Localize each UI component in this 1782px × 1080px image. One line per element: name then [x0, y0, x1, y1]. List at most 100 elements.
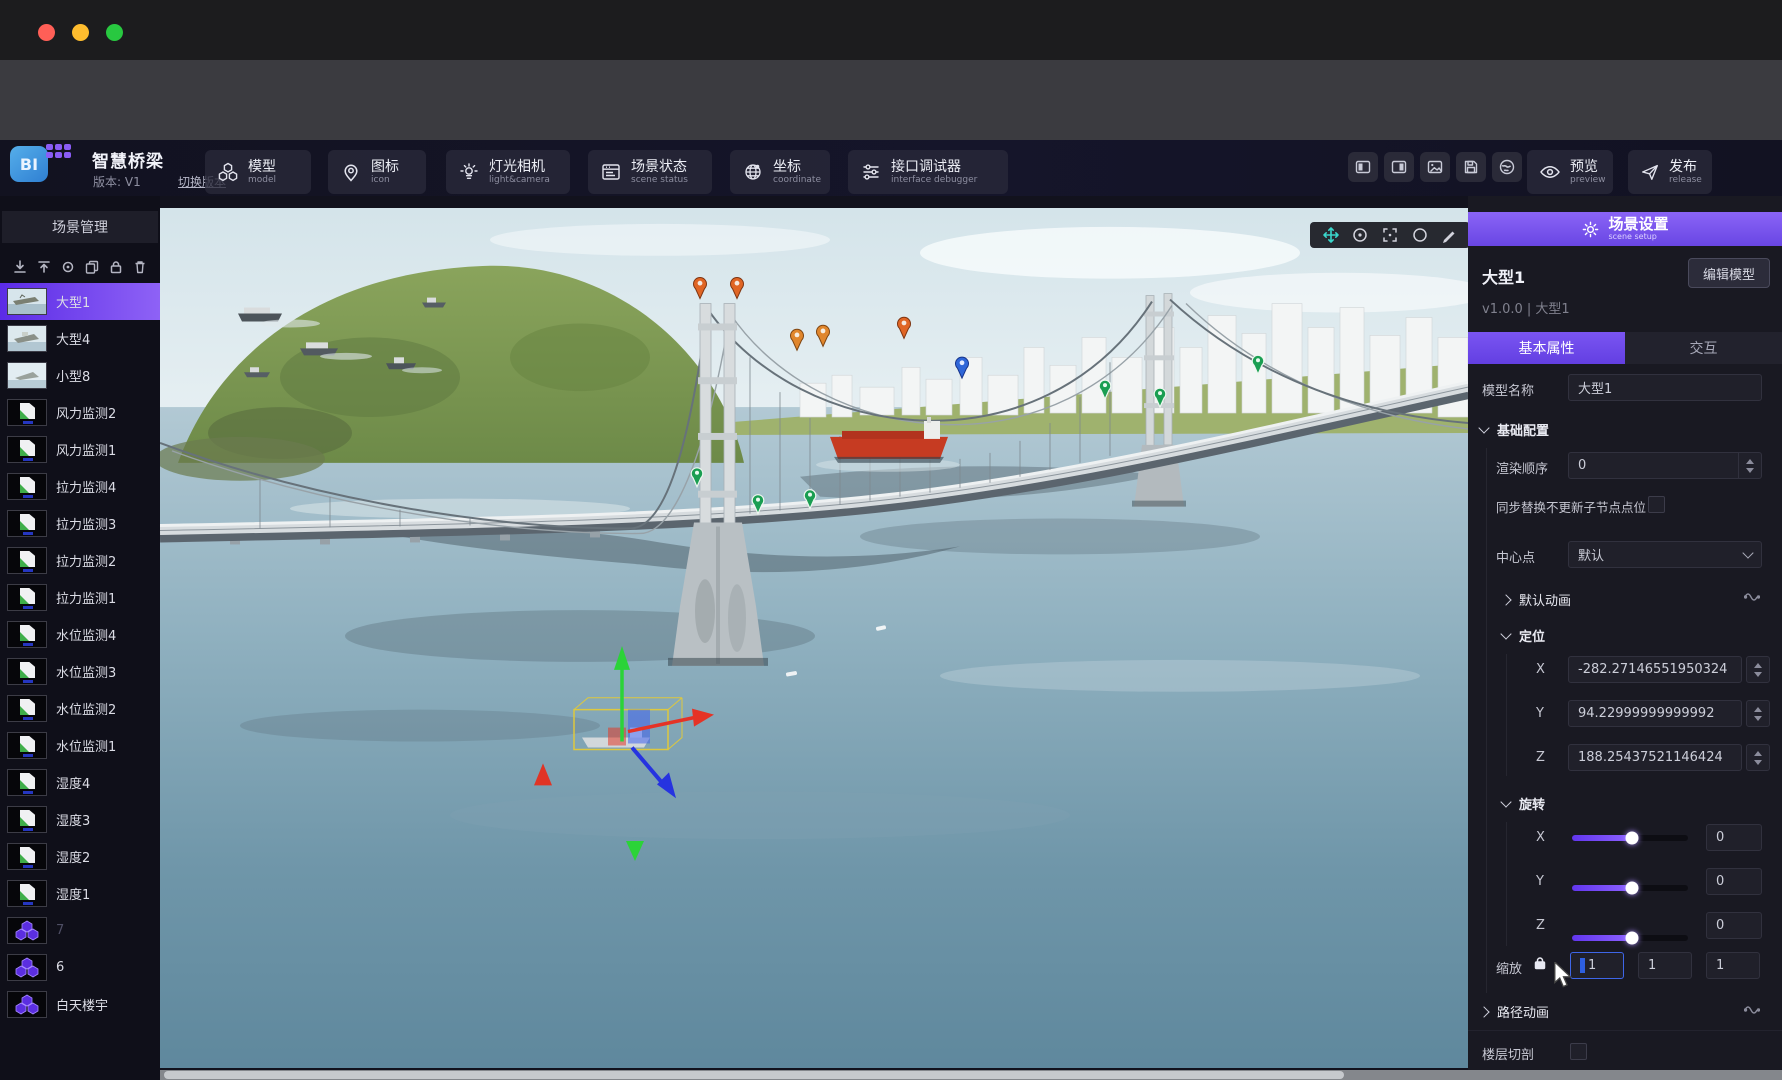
- image-icon: [1426, 158, 1444, 176]
- model-name-input[interactable]: [1568, 374, 1762, 401]
- earth-button[interactable]: [1492, 152, 1522, 182]
- center-point-label: 中心点: [1496, 547, 1535, 566]
- preview-button[interactable]: 预览preview: [1527, 150, 1613, 194]
- render-order-spinner[interactable]: [1738, 452, 1762, 479]
- tool-scene-status-button[interactable]: 场景状态scene status: [588, 150, 712, 194]
- tool-label-en: icon: [371, 175, 399, 186]
- sync-replace-checkbox[interactable]: [1648, 496, 1665, 513]
- selection-circle-tool-icon[interactable]: [1411, 226, 1429, 244]
- group-guide-line: [1486, 448, 1487, 993]
- maximize-traffic-light[interactable]: [106, 24, 123, 41]
- trash-icon[interactable]: [132, 259, 148, 275]
- position-y-spinner[interactable]: [1746, 700, 1770, 727]
- render-order-input[interactable]: 0: [1568, 452, 1738, 479]
- tool-light-camera-button[interactable]: 灯光相机light&camera: [446, 150, 570, 194]
- animation-curve-icon[interactable]: [1744, 590, 1760, 604]
- toggle-right-panel-button[interactable]: [1384, 152, 1414, 182]
- list-item[interactable]: 7: [0, 912, 160, 949]
- item-label: 风力监测1: [56, 440, 116, 459]
- tool-icon-button[interactable]: 图标icon: [328, 150, 426, 194]
- toggle-left-panel-button[interactable]: [1348, 152, 1378, 182]
- list-item[interactable]: 湿度3: [0, 801, 160, 838]
- import-icon[interactable]: [12, 259, 28, 275]
- screenshot-button[interactable]: [1420, 152, 1450, 182]
- locate-icon[interactable]: [60, 259, 76, 275]
- list-item[interactable]: 拉力监测1: [0, 579, 160, 616]
- list-item[interactable]: 湿度2: [0, 838, 160, 875]
- list-item[interactable]: 拉力监测3: [0, 505, 160, 542]
- position-x-spinner[interactable]: [1746, 656, 1770, 683]
- base-config-section-header[interactable]: 基础配置: [1480, 420, 1549, 439]
- rotation-x-value[interactable]: 0: [1706, 824, 1762, 851]
- scale-x-input[interactable]: 1: [1570, 952, 1624, 979]
- list-item[interactable]: 拉力监测4: [0, 468, 160, 505]
- scene-manager-sidebar: 场景管理 大型1 大型4 小型8 风力监测2: [0, 196, 160, 1080]
- export-icon[interactable]: [36, 259, 52, 275]
- item-label: 小型8: [56, 366, 90, 385]
- rotation-z-slider[interactable]: [1572, 935, 1688, 941]
- list-item[interactable]: 水位监测2: [0, 690, 160, 727]
- lock-icon[interactable]: [108, 259, 124, 275]
- horizontal-scrollbar[interactable]: [160, 1070, 1782, 1080]
- rotate-tool-icon[interactable]: [1351, 226, 1369, 244]
- list-item[interactable]: 风力监测2: [0, 394, 160, 431]
- app-title: 智慧桥梁: [92, 147, 164, 172]
- list-item[interactable]: 拉力监测2: [0, 542, 160, 579]
- position-y-input[interactable]: [1568, 700, 1742, 727]
- lock-icon[interactable]: [1532, 955, 1548, 971]
- floor-cut-checkbox[interactable]: [1570, 1043, 1587, 1060]
- list-item[interactable]: 大型1: [0, 283, 160, 320]
- rotation-y-value[interactable]: 0: [1706, 868, 1762, 895]
- floor-cut-label: 楼层切剖: [1482, 1044, 1534, 1063]
- edit-model-button[interactable]: 编辑模型: [1688, 258, 1770, 288]
- position-z-spinner[interactable]: [1746, 744, 1770, 771]
- scale-tool-icon[interactable]: [1381, 226, 1399, 244]
- viewport-3d-scene: [160, 208, 1468, 1068]
- list-item[interactable]: 水位监测1: [0, 727, 160, 764]
- close-traffic-light[interactable]: [38, 24, 55, 41]
- item-thumbnail: [7, 510, 47, 537]
- list-item[interactable]: 湿度1: [0, 875, 160, 912]
- tool-label-zh: 灯光相机: [489, 159, 550, 175]
- release-button[interactable]: 发布release: [1628, 150, 1712, 194]
- app-toolbar: BI 智慧桥梁 版本: V1 切换版本 模型model 图标icon 灯光相机l…: [0, 140, 1782, 196]
- item-label: 大型4: [56, 329, 90, 348]
- tab-interaction[interactable]: 交互: [1625, 332, 1782, 364]
- list-item[interactable]: 大型4: [0, 320, 160, 357]
- list-item[interactable]: 6: [0, 949, 160, 986]
- center-point-select[interactable]: 默认: [1568, 541, 1762, 568]
- default-animation-row[interactable]: 默认动画: [1502, 590, 1571, 609]
- item-label: 白天楼宇: [56, 995, 108, 1014]
- rotation-section-header[interactable]: 旋转: [1502, 794, 1545, 813]
- position-x-input[interactable]: [1568, 656, 1742, 683]
- tab-basic-properties[interactable]: 基本属性: [1468, 332, 1625, 364]
- list-item[interactable]: 湿度4: [0, 764, 160, 801]
- window-panel-icon: [600, 161, 622, 183]
- rotation-y-slider[interactable]: [1572, 885, 1688, 891]
- item-thumbnail: [7, 806, 47, 833]
- scale-z-input[interactable]: 1: [1706, 952, 1760, 979]
- list-item[interactable]: 水位监测3: [0, 653, 160, 690]
- tool-interface-debugger-button[interactable]: 接口调试器interface debugger: [848, 150, 1008, 194]
- scale-y-input[interactable]: 1: [1638, 952, 1692, 979]
- position-section-header[interactable]: 定位: [1502, 626, 1545, 645]
- copy-icon[interactable]: [84, 259, 100, 275]
- path-animation-row[interactable]: 路径动画: [1480, 1002, 1549, 1021]
- tool-model-button[interactable]: 模型model: [205, 150, 311, 194]
- list-item[interactable]: 水位监测4: [0, 616, 160, 653]
- animation-curve-icon[interactable]: [1744, 1003, 1760, 1017]
- move-tool-icon[interactable]: [1322, 226, 1340, 244]
- item-thumbnail: [7, 547, 47, 574]
- list-item[interactable]: 风力监测1: [0, 431, 160, 468]
- save-button[interactable]: [1456, 152, 1486, 182]
- list-item[interactable]: 小型8: [0, 357, 160, 394]
- position-z-input[interactable]: [1568, 744, 1742, 771]
- rotation-x-slider[interactable]: [1572, 835, 1688, 841]
- paint-tool-icon[interactable]: [1440, 226, 1458, 244]
- tool-coordinate-button[interactable]: 坐标coordinate: [730, 150, 830, 194]
- minimize-traffic-light[interactable]: [72, 24, 89, 41]
- rotation-z-value[interactable]: 0: [1706, 912, 1762, 939]
- app-logo: BI: [10, 146, 48, 182]
- list-item[interactable]: 白天楼宇: [0, 986, 160, 1023]
- viewport-3d[interactable]: [160, 208, 1468, 1068]
